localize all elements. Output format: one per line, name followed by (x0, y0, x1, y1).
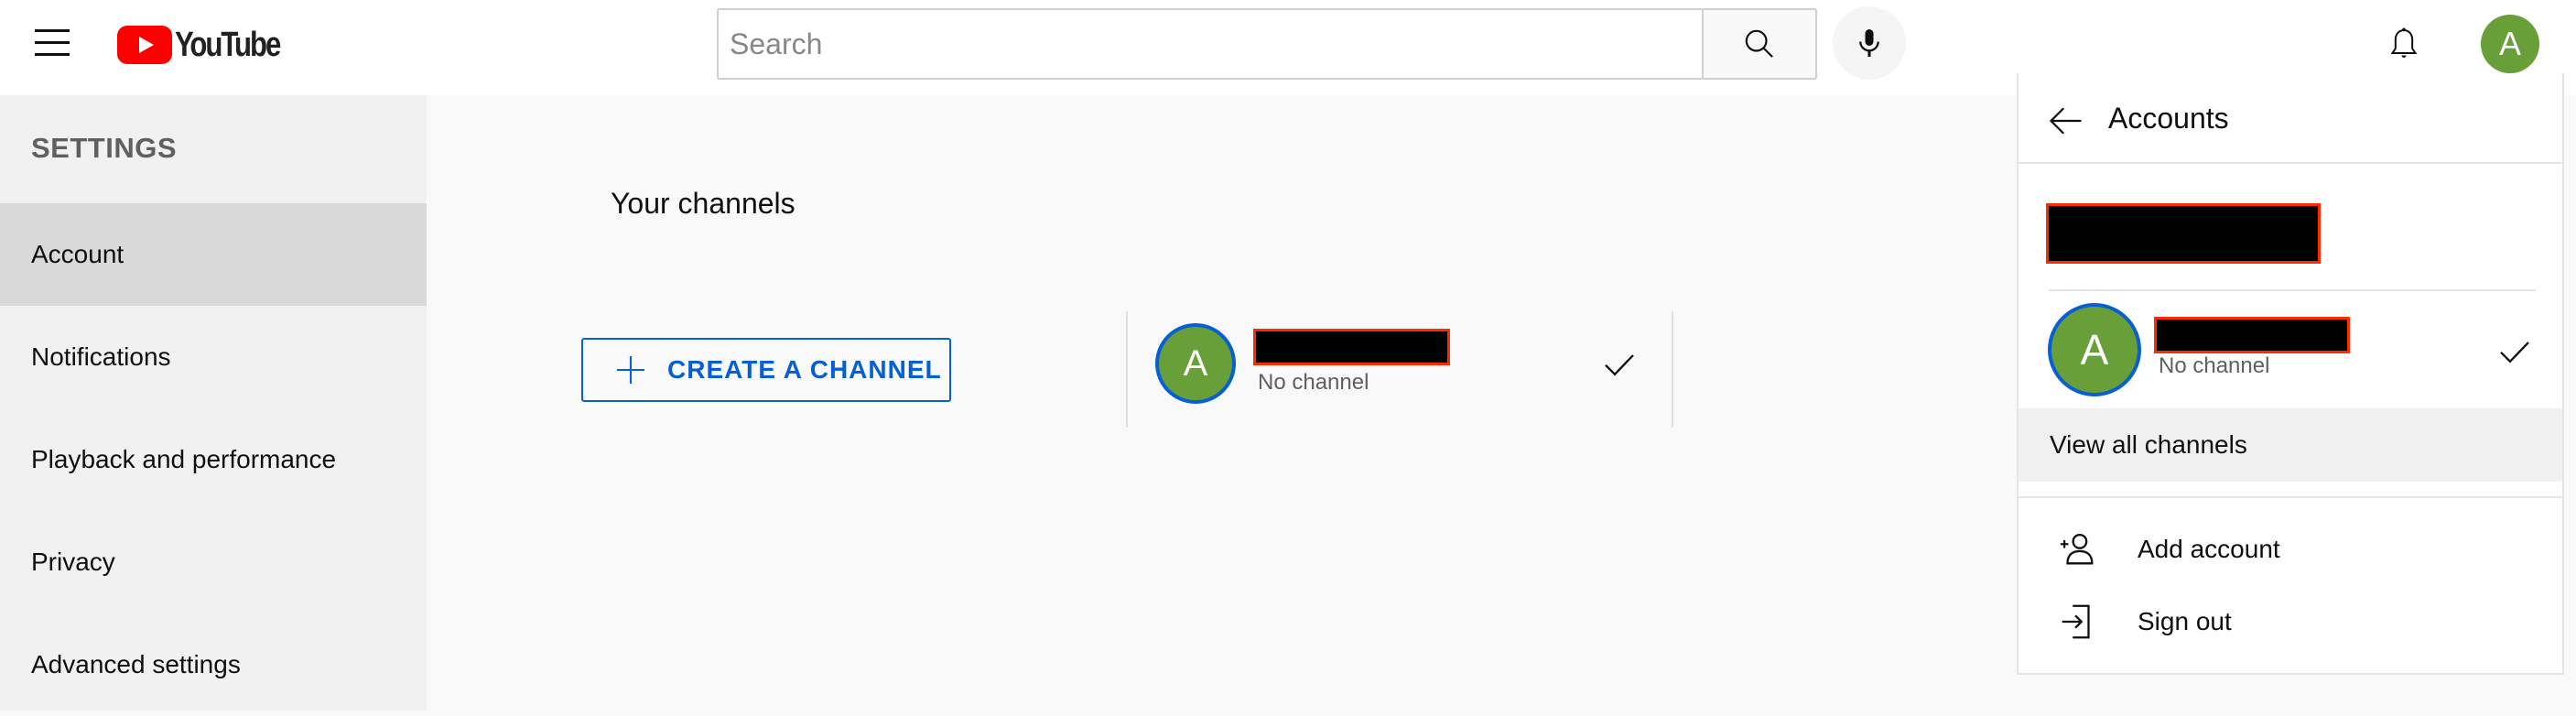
sign-out-item[interactable]: Sign out (2019, 590, 2562, 654)
sidebar-item-notifications[interactable]: Notifications (0, 306, 427, 408)
search-button[interactable] (1702, 8, 1817, 80)
sidebar-item-label: Advanced settings (31, 650, 241, 678)
divider (1672, 311, 1673, 428)
channel-subtitle: No channel (2159, 353, 2270, 378)
back-arrow-icon (2049, 107, 2082, 135)
channel-subtitle: No channel (1258, 370, 1369, 395)
channel-avatar: A (1155, 323, 1236, 404)
panel-header: Accounts (2019, 73, 2562, 164)
sidebar-item-label: Account (31, 240, 124, 268)
add-account-label: Add account (2138, 535, 2280, 563)
bell-icon (2390, 27, 2418, 58)
view-all-channels-label: View all channels (2050, 430, 2247, 459)
menu-button[interactable] (35, 29, 70, 57)
create-channel-button[interactable]: CREATE A CHANNEL (581, 338, 951, 402)
hamburger-line (35, 41, 70, 44)
youtube-play-icon (117, 26, 172, 64)
sidebar-item-label: Privacy (31, 548, 115, 576)
search-input[interactable] (719, 10, 1702, 78)
divider (1126, 311, 1128, 428)
back-button[interactable] (2046, 101, 2086, 141)
sidebar-title: SETTINGS (31, 132, 178, 164)
channel-name-redacted (1253, 329, 1450, 365)
section-title: Your channels (611, 187, 796, 220)
channel-name-redacted (2154, 317, 2350, 353)
notifications-button[interactable] (2380, 20, 2428, 68)
channel-avatar: A (2048, 303, 2141, 396)
checkmark-icon (1605, 354, 1634, 376)
sidebar-item-playback[interactable]: Playback and performance (0, 408, 427, 511)
sidebar-item-label: Notifications (31, 342, 171, 371)
settings-sidebar: SETTINGS Account Notifications Playback … (0, 95, 427, 711)
add-account-item[interactable]: Add account (2019, 517, 2562, 581)
sidebar-item-account[interactable]: Account (0, 203, 427, 306)
account-email-redacted (2046, 203, 2321, 264)
hamburger-line (35, 29, 70, 32)
sidebar-item-privacy[interactable]: Privacy (0, 511, 427, 613)
create-channel-label: CREATE A CHANNEL (667, 355, 942, 384)
panel-title: Accounts (2108, 102, 2229, 135)
sidebar-item-label: Playback and performance (31, 445, 337, 473)
account-avatar-button[interactable]: A (2481, 15, 2539, 73)
view-all-channels-button[interactable]: View all channels (2019, 408, 2562, 482)
divider (2019, 496, 2562, 498)
voice-search-button[interactable] (1833, 6, 1906, 80)
hamburger-line (35, 53, 70, 56)
sign-out-label: Sign out (2138, 607, 2232, 635)
accounts-dropdown: Accounts A No channel View all channels … (2017, 73, 2564, 675)
search-box (717, 8, 1702, 80)
sign-out-icon (2055, 599, 2101, 645)
microphone-icon (1859, 29, 1879, 57)
sidebar-item-advanced-settings[interactable]: Advanced settings (0, 613, 427, 716)
youtube-logo[interactable]: YouTube (117, 25, 302, 65)
plus-icon (617, 356, 644, 384)
search-icon (1745, 29, 1773, 58)
divider (2049, 289, 2536, 291)
add-person-icon (2055, 526, 2101, 572)
checkmark-icon (2500, 342, 2529, 363)
logo-text: YouTube (175, 25, 281, 64)
